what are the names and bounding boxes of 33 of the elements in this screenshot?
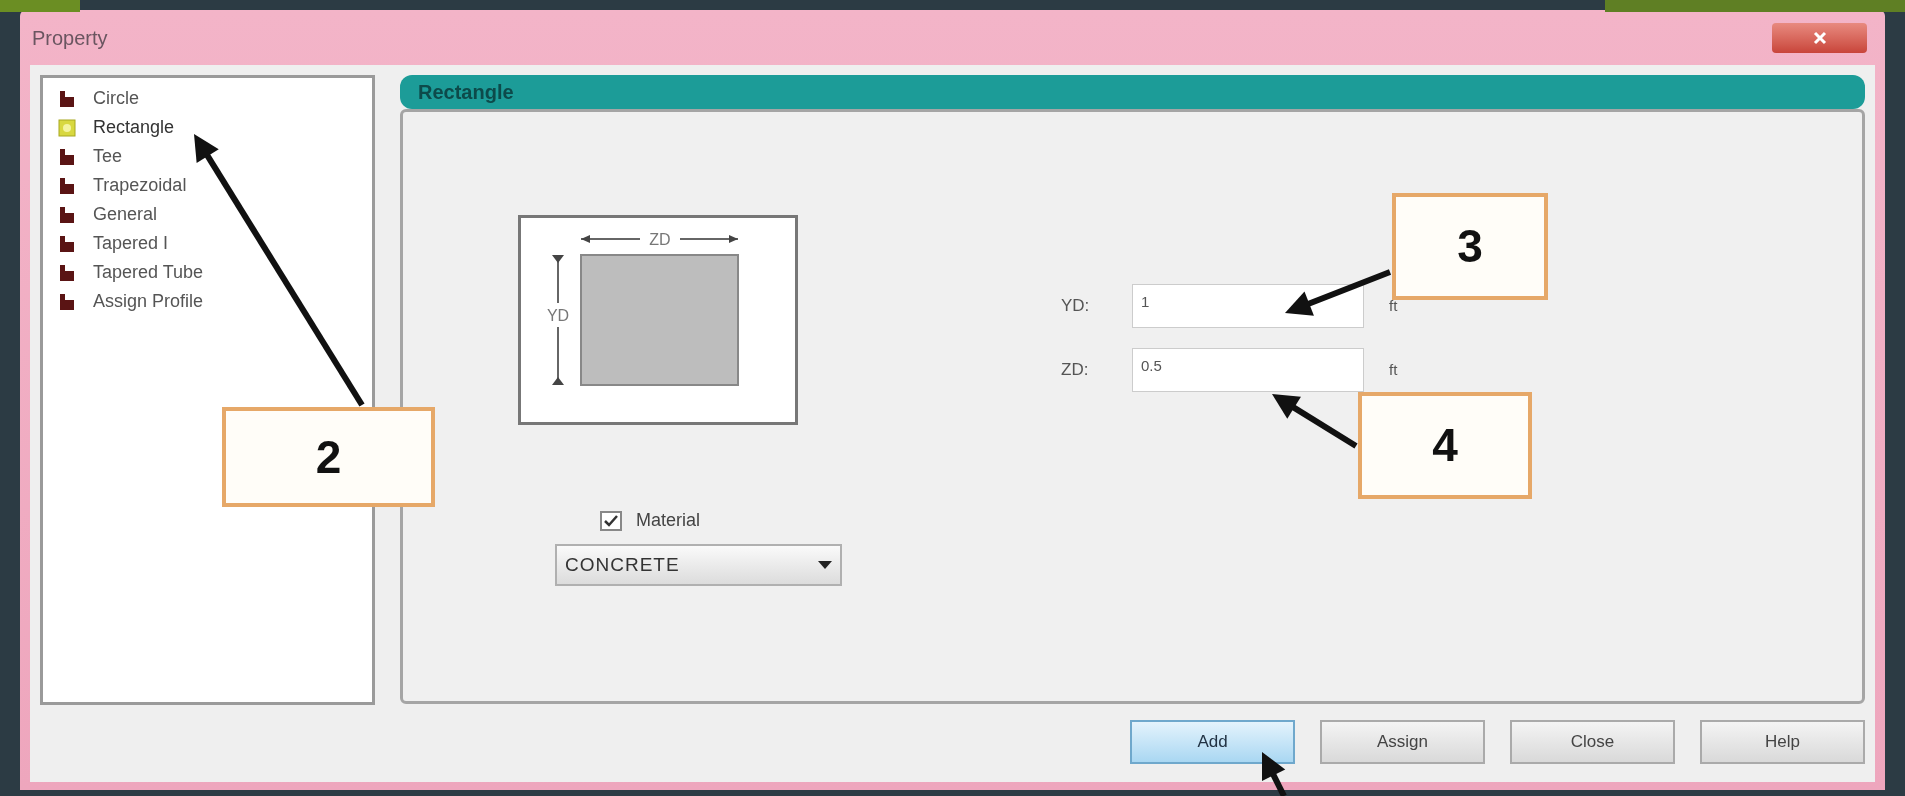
callout-label: 4 [1358,392,1532,499]
tree-item[interactable]: Trapezoidal [93,172,187,199]
dialog-button[interactable]: Help [1700,720,1865,764]
tree-item[interactable]: General [93,201,158,228]
dialog-button[interactable]: Close [1510,720,1675,764]
tree-item[interactable]: Tapered I [93,230,169,257]
dialog-button[interactable]: Assign [1320,720,1485,764]
material-label: Material [636,509,701,532]
header-title: Rectangle [418,80,514,105]
callout-label: 2 [222,407,435,507]
number-input-field[interactable]: 1 [1132,284,1364,328]
dimension-label: ZD [649,231,671,248]
tree-item[interactable]: Circle [93,85,139,112]
tree-item[interactable]: Rectangle [93,114,175,141]
dropdown-value: CONCRETE [565,552,680,577]
dialog-button[interactable]: Add [1130,720,1295,764]
window-title: Property [32,25,108,51]
material-dropdown[interactable]: CONCRETE [555,544,842,586]
dimension-label: YD [546,307,570,324]
field-label: YD: [1061,295,1091,318]
field-label: ZD: [1061,359,1090,382]
close-button[interactable] [1772,22,1867,53]
close-icon [1812,30,1827,45]
check-icon [604,514,618,527]
arrow [1262,752,1287,796]
number-input-field[interactable]: 0.5 [1132,348,1364,392]
tree-item[interactable]: Tapered Tube [93,259,204,286]
tree-item[interactable]: Tee [93,143,123,170]
tree-item[interactable]: Assign Profile [93,288,204,315]
caret-icon [818,561,832,569]
unit-label: ft [1389,359,1398,380]
material-checkbox[interactable] [600,510,622,531]
callout-label: 3 [1392,193,1548,300]
